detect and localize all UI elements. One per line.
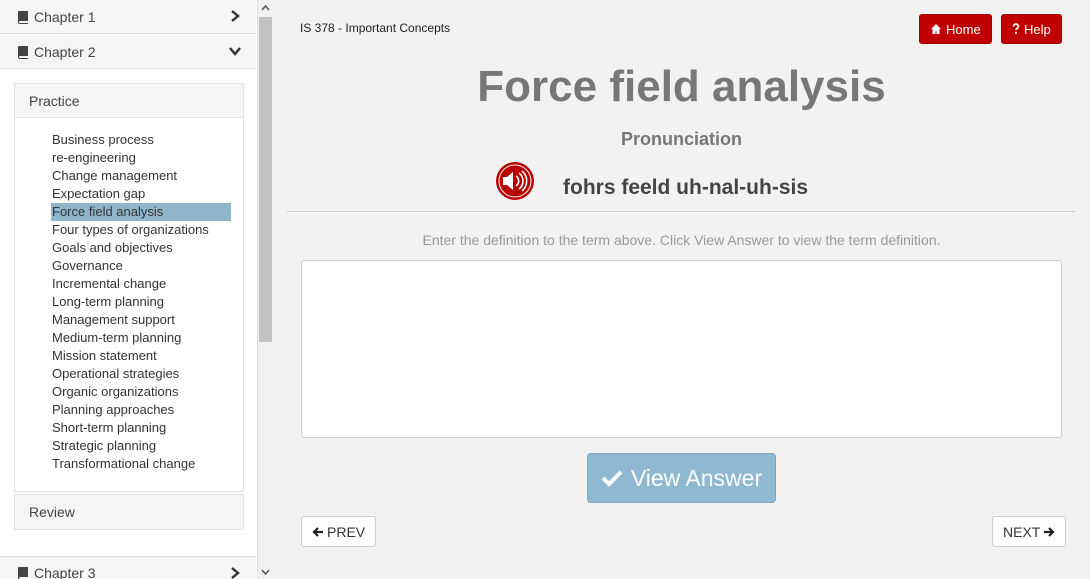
chapter-2-header[interactable]: Chapter 2 — [0, 35, 256, 69]
pronunciation-label: Pronunciation — [621, 129, 742, 149]
help-label: Help — [1024, 21, 1051, 37]
home-icon — [931, 24, 941, 34]
term-item[interactable]: Strategic planning — [51, 437, 231, 455]
view-answer-button[interactable]: View Answer — [587, 453, 776, 503]
term-list: Business process re-engineering Change man… — [15, 118, 243, 491]
scroll-down-arrow-icon[interactable] — [260, 566, 271, 577]
chevron-right-icon — [231, 567, 240, 579]
pronunciation-text: fohrs feeld uh-nal-uh-sis — [563, 176, 809, 199]
review-label: Review — [29, 504, 75, 520]
term-item[interactable]: Governance — [51, 257, 231, 275]
chapter-1-header[interactable]: Chapter 1 — [0, 0, 256, 34]
term-item[interactable]: Expectation gap — [51, 185, 231, 203]
view-answer-label: View Answer — [630, 464, 763, 491]
definition-input[interactable] — [301, 260, 1062, 438]
term-item[interactable]: Transformational change — [51, 455, 231, 473]
question-icon — [1012, 23, 1020, 34]
prev-button[interactable]: PREV — [301, 516, 377, 547]
scroll-up-arrow-icon[interactable] — [260, 3, 271, 14]
term-item[interactable]: Long-term planning — [51, 293, 231, 311]
term-item[interactable]: Four types of organizations — [51, 221, 231, 239]
book-icon — [18, 567, 28, 579]
book-icon — [18, 10, 28, 24]
next-label: NEXT — [1003, 523, 1041, 540]
chapter-2-label: Chapter 2 — [34, 43, 96, 60]
next-button[interactable]: NEXT — [992, 516, 1067, 547]
chevron-down-icon — [229, 47, 241, 56]
term-item[interactable]: Mission statement — [51, 347, 231, 365]
term-item[interactable]: Medium-term planning — [51, 329, 231, 347]
practice-panel: Practice Business process re-engineering C… — [14, 83, 244, 492]
term-item[interactable]: Incremental change — [51, 275, 231, 293]
book-icon — [18, 45, 28, 59]
chapter-3-header[interactable]: Chapter 3 — [0, 556, 256, 579]
practice-header[interactable]: Practice — [15, 84, 243, 118]
chevron-right-icon — [231, 10, 240, 22]
sidebar-scrollbar[interactable] — [258, 0, 273, 579]
practice-label: Practice — [29, 92, 80, 109]
scrollbar-thumb[interactable] — [259, 17, 272, 342]
main-content: IS 378 - Important Concepts Home Help Fo… — [273, 0, 1090, 579]
home-button[interactable]: Home — [919, 14, 992, 44]
check-icon — [601, 470, 623, 487]
term-item[interactable]: Goals and objectives — [51, 239, 231, 257]
term-item[interactable]: Change management — [51, 167, 231, 185]
term-title: Force field analysis — [477, 62, 886, 111]
term-item[interactable]: Operational strategies — [51, 365, 231, 383]
term-item[interactable]: Short-term planning — [51, 419, 231, 437]
instruction-text: Enter the definition to the term above. … — [422, 232, 941, 248]
term-item[interactable]: Force field analysis — [51, 203, 231, 221]
chapter-1-label: Chapter 1 — [34, 8, 96, 25]
review-panel: Review — [14, 494, 244, 530]
divider — [287, 211, 1075, 212]
term-item[interactable]: Planning approaches — [51, 401, 231, 419]
arrow-left-icon — [312, 526, 323, 537]
term-item[interactable]: Organic organizations — [51, 383, 231, 401]
speaker-icon[interactable] — [495, 161, 535, 201]
arrow-right-icon — [1044, 526, 1055, 537]
term-item[interactable]: re-engineering — [51, 149, 231, 167]
prev-label: PREV — [327, 523, 366, 540]
home-label: Home — [946, 21, 981, 37]
sidebar: Chapter 1 Chapter 2 Practice Business pr… — [0, 0, 258, 579]
term-item[interactable]: Business process — [51, 131, 231, 149]
course-title: IS 378 - Important Concepts — [300, 21, 451, 35]
review-header[interactable]: Review — [15, 495, 243, 529]
chapter-3-label: Chapter 3 — [34, 565, 96, 579]
help-button[interactable]: Help — [1001, 14, 1062, 44]
term-item[interactable]: Management support — [51, 311, 231, 329]
